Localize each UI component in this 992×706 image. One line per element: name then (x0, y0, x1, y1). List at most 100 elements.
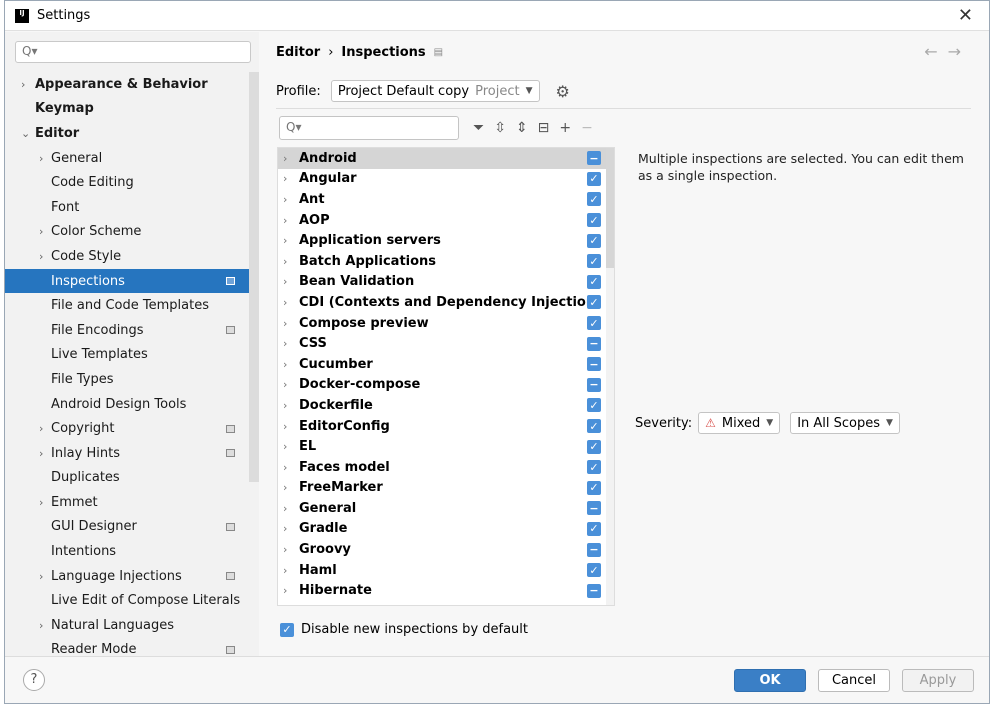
chevron-right-icon[interactable]: › (39, 447, 51, 460)
sidebar-item-code-style[interactable]: › Code Style (5, 244, 249, 269)
sidebar-item-live-edit-of-compose-literals[interactable]: Live Edit of Compose Literals (5, 588, 249, 613)
checkbox-checked-icon[interactable]: ✓ (587, 398, 601, 413)
chevron-right-icon[interactable]: › (39, 152, 51, 165)
close-icon[interactable]: ✕ (958, 5, 973, 26)
collapse-all-icon[interactable]: ⇕ (516, 120, 528, 136)
list-scrollbar[interactable] (606, 148, 614, 605)
chevron-right-icon[interactable]: › (39, 225, 51, 238)
inspection-group-row[interactable]: › Gradle ✓ (278, 519, 614, 540)
checkbox-checked-icon[interactable]: ✓ (587, 254, 601, 269)
checkbox-checked-icon[interactable]: ✓ (587, 316, 601, 331)
checkbox-checked-icon[interactable]: ✓ (587, 563, 601, 578)
reset-icon[interactable]: ⊟ (538, 120, 550, 136)
checkbox-checked-icon[interactable]: ✓ (587, 213, 601, 228)
checkbox-checked-icon[interactable]: ✓ (587, 521, 601, 536)
gear-icon[interactable]: ⚙ (556, 82, 570, 101)
sidebar-item-live-templates[interactable]: Live Templates (5, 343, 249, 368)
inspection-group-row[interactable]: › Compose preview ✓ (278, 313, 614, 334)
inspection-group-row[interactable]: › Bean Validation ✓ (278, 272, 614, 293)
inspection-group-row[interactable]: › Angular ✓ (278, 169, 614, 190)
inspection-group-row[interactable]: › Batch Applications ✓ (278, 251, 614, 272)
inspection-group-row[interactable]: › Android − (278, 148, 614, 169)
chevron-right-icon[interactable]: › (283, 522, 287, 535)
sidebar-item-keymap[interactable]: Keymap (5, 97, 249, 122)
sidebar-item-file-encodings[interactable]: File Encodings (5, 318, 249, 343)
sidebar-item-language-injections[interactable]: › Language Injections (5, 564, 249, 589)
inspection-group-row[interactable]: › AOP ✓ (278, 210, 614, 231)
ok-button[interactable]: OK (734, 669, 806, 692)
chevron-right-icon[interactable]: › (39, 496, 51, 509)
checkbox-mixed-icon[interactable]: − (587, 501, 601, 516)
scope-dropdown[interactable]: In All Scopes ▼ (790, 412, 900, 434)
sidebar-item-file-types[interactable]: File Types (5, 367, 249, 392)
chevron-right-icon[interactable]: › (283, 337, 287, 350)
inspection-group-row[interactable]: › Docker-compose − (278, 375, 614, 396)
chevron-right-icon[interactable]: › (283, 234, 287, 247)
inspection-group-row[interactable]: › EditorConfig ✓ (278, 416, 614, 437)
inspection-group-row[interactable]: › FreeMarker ✓ (278, 478, 614, 499)
chevron-down-icon[interactable]: ⌄ (21, 127, 33, 140)
chevron-right-icon[interactable]: › (39, 619, 51, 632)
add-icon[interactable]: + (559, 120, 571, 136)
sidebar-item-editor[interactable]: ⌄ Editor (5, 121, 249, 146)
chevron-right-icon[interactable]: › (283, 481, 287, 494)
checkbox-checked-icon[interactable]: ✓ (587, 171, 601, 186)
chevron-right-icon[interactable]: › (283, 255, 287, 268)
chevron-right-icon[interactable]: › (283, 172, 287, 185)
sidebar-item-code-editing[interactable]: Code Editing (5, 170, 249, 195)
sidebar-item-duplicates[interactable]: Duplicates (5, 466, 249, 491)
help-button[interactable]: ? (23, 669, 45, 691)
sidebar-item-font[interactable]: Font (5, 195, 249, 220)
checkbox-checked-icon[interactable]: ✓ (587, 274, 601, 289)
inspection-group-row[interactable]: › General − (278, 498, 614, 519)
sidebar-item-intentions[interactable]: Intentions (5, 539, 249, 564)
inspections-search-input[interactable]: Q▾ (279, 116, 459, 140)
sidebar-item-general[interactable]: › General (5, 146, 249, 171)
chevron-right-icon[interactable]: › (283, 564, 287, 577)
chevron-right-icon[interactable]: › (283, 502, 287, 515)
sidebar-item-copyright[interactable]: › Copyright (5, 416, 249, 441)
sidebar-item-inspections[interactable]: Inspections (5, 268, 249, 294)
inspection-group-row[interactable]: › Cucumber − (278, 354, 614, 375)
checkbox-mixed-icon[interactable]: − (587, 336, 601, 351)
checkbox-mixed-icon[interactable]: − (587, 583, 601, 598)
checkbox-checked-icon[interactable]: ✓ (587, 439, 601, 454)
chevron-right-icon[interactable]: › (283, 152, 287, 165)
inspection-group-row[interactable]: › EL ✓ (278, 436, 614, 457)
sidebar-item-inlay-hints[interactable]: › Inlay Hints (5, 441, 249, 466)
sidebar-scrollbar[interactable] (249, 72, 259, 482)
chevron-right-icon[interactable]: › (283, 378, 287, 391)
checkbox-checked-icon[interactable]: ✓ (587, 480, 601, 495)
chevron-right-icon[interactable]: › (283, 214, 287, 227)
checkbox-checked-icon[interactable]: ✓ (587, 233, 601, 248)
checkbox-checked-icon[interactable]: ✓ (587, 295, 601, 310)
checkbox-checked-icon[interactable]: ✓ (587, 419, 601, 434)
severity-dropdown[interactable]: ⚠ Mixed ▼ (698, 412, 781, 434)
filter-icon[interactable]: ⏷ (473, 120, 484, 136)
chevron-right-icon[interactable]: › (21, 78, 33, 91)
sidebar-item-gui-designer[interactable]: GUI Designer (5, 515, 249, 540)
settings-search-input[interactable]: Q▾ (15, 41, 251, 63)
nav-arrows[interactable]: ←→ (924, 42, 971, 61)
sidebar-item-file-and-code-templates[interactable]: File and Code Templates (5, 293, 249, 318)
forward-icon[interactable]: → (948, 42, 971, 61)
chevron-right-icon[interactable]: › (283, 399, 287, 412)
inspection-group-row[interactable]: › Dockerfile ✓ (278, 395, 614, 416)
chevron-right-icon[interactable]: › (39, 422, 51, 435)
chevron-right-icon[interactable]: › (283, 543, 287, 556)
inspection-group-row[interactable]: › CSS − (278, 333, 614, 354)
chevron-right-icon[interactable]: › (283, 296, 287, 309)
inspection-group-row[interactable]: › Haml ✓ (278, 560, 614, 581)
disable-new-inspections-checkbox[interactable]: ✓ Disable new inspections by default (280, 622, 528, 637)
sidebar-item-natural-languages[interactable]: › Natural Languages (5, 613, 249, 638)
apply-button[interactable]: Apply (902, 669, 974, 692)
sidebar-item-emmet[interactable]: › Emmet (5, 490, 249, 515)
back-icon[interactable]: ← (924, 42, 947, 61)
inspection-group-row[interactable]: › Ant ✓ (278, 189, 614, 210)
profile-dropdown[interactable]: Project Default copy Project ▼ (330, 80, 540, 102)
checkbox-mixed-icon[interactable]: − (587, 542, 601, 557)
expand-all-icon[interactable]: ⇳ (494, 120, 506, 136)
checkbox-checked-icon[interactable]: ✓ (587, 460, 601, 475)
inspection-group-row[interactable]: › Application servers ✓ (278, 230, 614, 251)
checkbox-mixed-icon[interactable]: − (587, 357, 601, 372)
